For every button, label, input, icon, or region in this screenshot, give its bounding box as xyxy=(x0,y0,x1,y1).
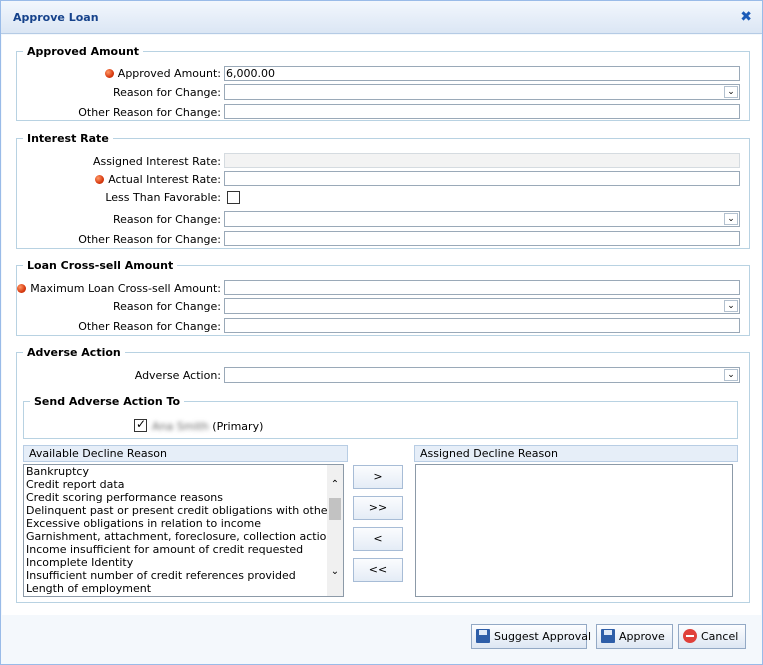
chevron-down-icon[interactable]: ⌄ xyxy=(724,86,738,98)
recipient-suffix: (Primary) xyxy=(212,420,264,433)
suggest-approval-button[interactable]: Suggest Approval xyxy=(471,624,591,649)
cross-sell-max-label-wrap: Maximum Loan Cross-sell Amount: xyxy=(2,281,221,297)
available-decline-listbox[interactable]: Bankruptcy Credit report data Credit scori… xyxy=(23,464,344,597)
available-decline-list: Bankruptcy Credit report data Credit scori… xyxy=(24,465,343,595)
cross-sell-other-reason-label: Other Reason for Change: xyxy=(78,320,221,333)
less-favorable-checkbox[interactable] xyxy=(227,191,240,204)
floppy-disk-icon xyxy=(476,629,490,643)
send-adverse-action-to-legend: Send Adverse Action To xyxy=(34,395,181,408)
move-one-right-button[interactable]: > xyxy=(353,465,403,489)
less-favorable-label: Less Than Favorable: xyxy=(105,191,221,204)
list-item[interactable]: Excessive obligations in relation to inc… xyxy=(24,517,343,530)
rate-reason-select[interactable]: ⌄ xyxy=(224,211,740,227)
adverse-action-legend: Adverse Action xyxy=(27,346,121,359)
chevron-down-icon[interactable]: ⌄ xyxy=(724,213,738,225)
dialog-footer: Suggest Approval Approve Cancel xyxy=(2,616,761,664)
assigned-decline-listbox[interactable] xyxy=(415,464,733,597)
cancel-label: Cancel xyxy=(701,630,739,643)
dialog-body: Approved Amount Approved Amount: 6,000.0… xyxy=(2,35,761,615)
cancel-circle-icon xyxy=(683,629,697,643)
close-icon[interactable]: ✖ xyxy=(740,9,752,25)
move-all-right-button[interactable]: >> xyxy=(353,496,403,520)
scroll-down-icon[interactable]: ⌄ xyxy=(329,566,341,578)
floppy-disk-icon xyxy=(601,629,615,643)
list-item[interactable]: Delinquent past or present credit obliga… xyxy=(24,504,343,517)
rate-reason-label: Reason for Change: xyxy=(112,213,221,226)
rate-other-reason-input[interactable] xyxy=(224,231,740,246)
list-item[interactable]: Insufficient number of credit references… xyxy=(24,569,343,582)
cross-sell-max-input[interactable] xyxy=(224,280,740,295)
cross-sell-max-label: Maximum Loan Cross-sell Amount: xyxy=(30,282,221,295)
approved-amount-label: Approved Amount: xyxy=(117,67,221,80)
available-decline-header: Available Decline Reason xyxy=(23,445,348,462)
move-all-left-button[interactable]: << xyxy=(353,558,403,582)
list-item[interactable]: Income insufficient for amount of credit… xyxy=(24,543,343,556)
list-item[interactable]: Length of employment xyxy=(24,582,343,595)
actual-rate-input[interactable] xyxy=(224,171,740,186)
list-item[interactable]: Garnishment, attachment, foreclosure, co… xyxy=(24,530,343,543)
required-indicator-icon xyxy=(95,175,105,184)
cancel-button[interactable]: Cancel xyxy=(678,624,746,649)
move-one-left-button[interactable]: < xyxy=(353,527,403,551)
actual-rate-label: Actual Interest Rate: xyxy=(108,173,221,186)
approve-button[interactable]: Approve xyxy=(596,624,673,649)
approve-loan-dialog: Approve Loan ✖ Approved Amount Approved … xyxy=(0,0,763,665)
recipient-label: Ana Smith (Primary) xyxy=(152,419,263,435)
list-item[interactable]: Credit scoring performance reasons xyxy=(24,491,343,504)
amount-reason-select[interactable]: ⌄ xyxy=(224,84,740,100)
scroll-up-icon[interactable]: ⌃ xyxy=(329,479,341,491)
adverse-action-select[interactable]: ⌄ xyxy=(224,367,740,383)
send-adverse-action-to-group: Send Adverse Action To xyxy=(23,395,738,439)
assigned-decline-header: Assigned Decline Reason xyxy=(414,445,738,462)
amount-other-reason-label: Other Reason for Change: xyxy=(78,106,221,119)
assigned-rate-input xyxy=(224,153,740,168)
dialog-title: Approve Loan xyxy=(13,11,99,24)
amount-other-reason-input[interactable] xyxy=(224,104,740,119)
recipient-name: Ana Smith xyxy=(152,420,209,433)
amount-reason-label: Reason for Change: xyxy=(112,86,221,99)
required-indicator-icon xyxy=(17,284,27,293)
cross-sell-legend: Loan Cross-sell Amount xyxy=(27,259,174,272)
approved-amount-legend: Approved Amount xyxy=(27,45,140,58)
rate-other-reason-label: Other Reason for Change: xyxy=(78,233,221,246)
interest-rate-legend: Interest Rate xyxy=(27,132,109,145)
chevron-down-icon[interactable]: ⌄ xyxy=(724,369,738,381)
actual-rate-label-wrap: Actual Interest Rate: xyxy=(2,172,221,188)
list-item[interactable]: Bankruptcy xyxy=(24,465,343,478)
approved-amount-label-wrap: Approved Amount: xyxy=(2,66,221,82)
list-item[interactable]: Credit report data xyxy=(24,478,343,491)
adverse-action-label: Adverse Action: xyxy=(134,369,221,382)
required-indicator-icon xyxy=(104,69,114,78)
available-list-scrollbar[interactable]: ⌃ ⌄ xyxy=(327,465,343,596)
recipient-checkbox[interactable] xyxy=(134,417,147,432)
approved-amount-input[interactable]: 6,000.00 xyxy=(224,66,740,81)
assigned-rate-label: Assigned Interest Rate: xyxy=(92,155,221,168)
cross-sell-reason-select[interactable]: ⌄ xyxy=(224,298,740,314)
scroll-thumb[interactable] xyxy=(329,498,341,520)
cross-sell-other-reason-input[interactable] xyxy=(224,318,740,333)
list-item[interactable]: Incomplete Identity xyxy=(24,556,343,569)
approve-label: Approve xyxy=(619,630,665,643)
chevron-down-icon[interactable]: ⌄ xyxy=(724,300,738,312)
cross-sell-reason-label: Reason for Change: xyxy=(112,300,221,313)
suggest-approval-label: Suggest Approval xyxy=(494,630,592,643)
dialog-titlebar: Approve Loan ✖ xyxy=(1,1,762,34)
